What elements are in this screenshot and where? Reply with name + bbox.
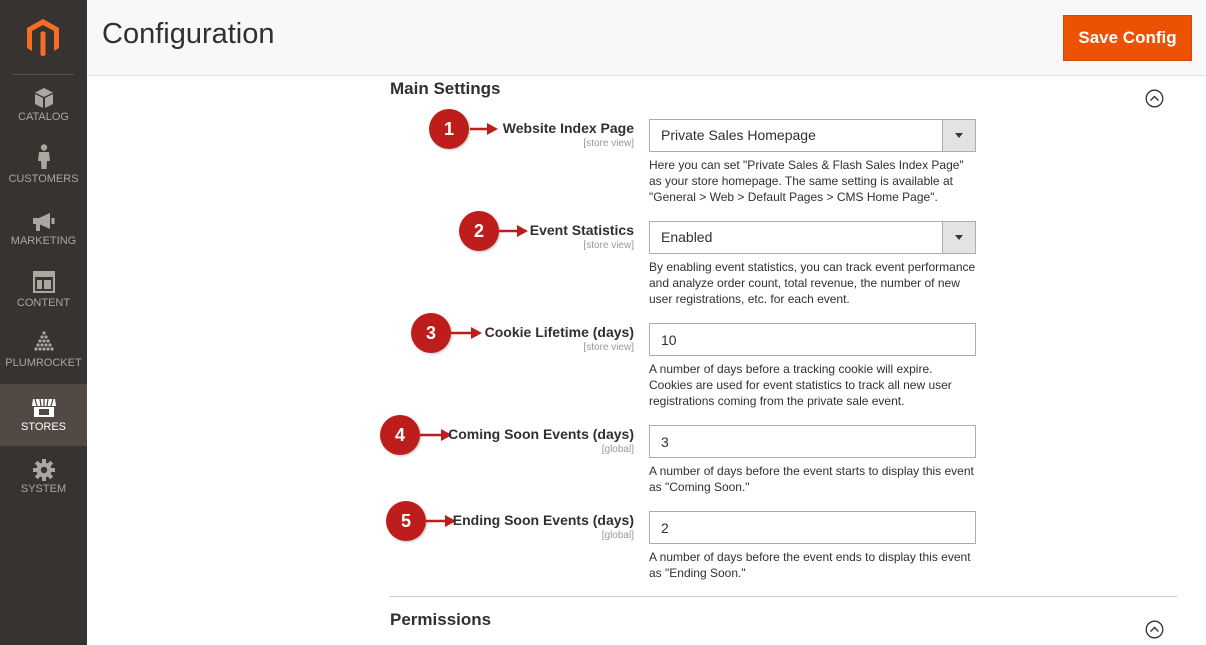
field-label: Ending Soon Events (days) — [452, 512, 634, 528]
app-root: CATALOG CUSTOMERS MARKETING CONTENT PLUM… — [0, 0, 1206, 645]
storefront-icon — [0, 396, 87, 420]
field-note: A number of days before a tracking cooki… — [649, 362, 952, 408]
step-badge: 4 — [380, 415, 420, 455]
section-title-main-settings[interactable]: Main Settings — [390, 79, 501, 99]
sidebar-item-system[interactable]: SYSTEM — [0, 452, 87, 512]
dropdown-button[interactable] — [942, 120, 975, 151]
person-icon — [0, 144, 87, 169]
field-note: By enabling event statistics, you can tr… — [649, 260, 976, 306]
sidebar-item-stores[interactable]: STORES — [0, 384, 87, 446]
scope-label: [global] — [601, 530, 634, 541]
caret-down-icon — [955, 133, 963, 138]
sidebar-item-label: CATALOG — [18, 111, 69, 123]
website-index-page-select[interactable]: Private Sales Homepage — [649, 119, 976, 152]
scope-label: [store view] — [583, 138, 634, 149]
save-config-button[interactable]: Save Config — [1063, 15, 1192, 61]
scope-label: [store view] — [583, 240, 634, 251]
arrow-right-icon — [499, 225, 528, 237]
step-badge: 1 — [429, 109, 469, 149]
field-note: Here you can set "Private Sales & Flash … — [649, 158, 964, 204]
magento-logo-icon — [27, 19, 59, 57]
megaphone-icon — [0, 210, 87, 234]
collapse-chevron-up-icon[interactable] — [1145, 620, 1164, 639]
sidebar-item-marketing[interactable]: MARKETING — [0, 204, 87, 264]
coming-soon-events-input[interactable] — [649, 425, 976, 458]
step-badge: 2 — [459, 211, 499, 251]
event-statistics-select[interactable]: Enabled — [649, 221, 976, 254]
sidebar-item-label: CUSTOMERS — [8, 173, 79, 185]
gear-icon — [0, 458, 87, 482]
sidebar-item-label: MARKETING — [10, 235, 77, 247]
field-note: A number of days before the event starts… — [649, 464, 974, 494]
field-label: Event Statistics — [529, 222, 634, 238]
caret-down-icon — [955, 235, 963, 240]
sidebar-item-plumrocket[interactable]: PLUMROCKET — [0, 326, 87, 386]
cube-icon — [0, 86, 87, 110]
sidebar-item-label: SYSTEM — [20, 483, 67, 495]
arrow-right-icon — [470, 123, 498, 135]
arrow-right-icon — [426, 515, 456, 527]
sidebar-item-label: PLUMROCKET — [5, 357, 82, 369]
select-value: Private Sales Homepage — [661, 127, 816, 143]
field-note: A number of days before the event ends t… — [649, 550, 971, 580]
sidebar-item-content[interactable]: CONTENT — [0, 266, 87, 326]
arrow-right-icon — [451, 327, 482, 339]
step-badge: 3 — [411, 313, 451, 353]
field-label: Cookie Lifetime (days) — [484, 324, 634, 340]
logo-divider — [13, 74, 74, 75]
sidebar-item-customers[interactable]: CUSTOMERS — [0, 142, 87, 202]
page-header: Configuration Save Config — [87, 0, 1206, 76]
logo-link[interactable] — [0, 0, 87, 76]
dropdown-button[interactable] — [942, 222, 975, 253]
admin-sidebar: CATALOG CUSTOMERS MARKETING CONTENT PLUM… — [0, 0, 87, 645]
field-label: Website Index Page — [502, 120, 634, 136]
section-divider — [390, 596, 1177, 597]
step-badge: 5 — [386, 501, 426, 541]
field-label: Coming Soon Events (days) — [448, 426, 634, 442]
collapse-chevron-up-icon[interactable] — [1145, 89, 1164, 108]
page-title: Configuration — [102, 18, 275, 50]
cookie-lifetime-input[interactable] — [649, 323, 976, 356]
select-value: Enabled — [661, 229, 713, 245]
sidebar-item-catalog[interactable]: CATALOG — [0, 80, 87, 140]
layout-icon — [0, 270, 87, 294]
ending-soon-events-input[interactable] — [649, 511, 976, 544]
sidebar-item-label: CONTENT — [16, 297, 71, 309]
section-title-permissions[interactable]: Permissions — [390, 610, 491, 630]
scope-label: [store view] — [583, 342, 634, 353]
scope-label: [global] — [601, 444, 634, 455]
pyramid-icon — [0, 330, 87, 354]
sidebar-item-label: STORES — [20, 421, 67, 433]
